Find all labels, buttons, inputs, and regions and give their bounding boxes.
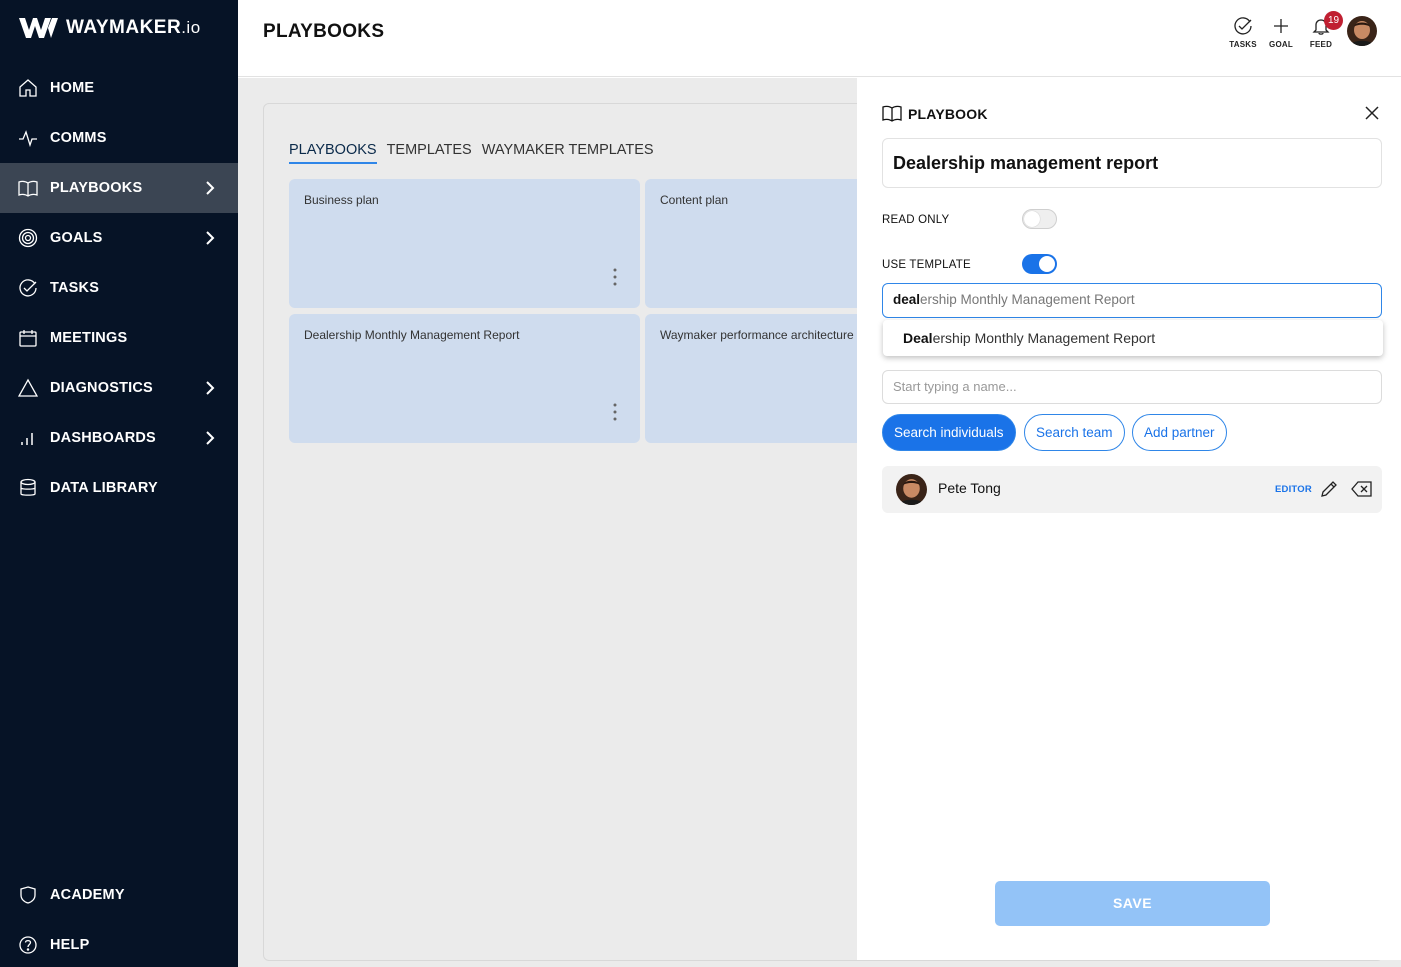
sidebar-item-tasks[interactable]: TASKS — [0, 263, 238, 313]
sidebar-item-data-library[interactable]: DATA LIBRARY — [0, 463, 238, 513]
tab-playbooks[interactable]: PLAYBOOKS — [289, 142, 377, 164]
template-suggestion-item[interactable]: Dealership Monthly Management Report — [883, 320, 1383, 356]
pencil-icon[interactable] — [1319, 479, 1339, 499]
bar-chart-icon — [18, 428, 38, 448]
home-icon — [18, 78, 38, 98]
database-icon — [18, 478, 38, 498]
user-avatar[interactable] — [1347, 16, 1377, 46]
brand-name: WAYMAKER.io — [66, 17, 201, 38]
header-goal-label: GOAL — [1269, 40, 1293, 49]
check-circle-icon — [1234, 17, 1252, 35]
toggle-knob — [1039, 256, 1055, 272]
panel-title: PLAYBOOK — [908, 106, 988, 122]
header-feed-label: FEED — [1309, 40, 1333, 49]
plus-icon — [1274, 19, 1288, 33]
sidebar-item-label: ACADEMY — [50, 887, 125, 903]
member-row: Pete Tong EDITOR — [882, 466, 1382, 513]
toggle-knob — [1024, 211, 1040, 227]
header-tasks-button[interactable]: TASKS — [1228, 16, 1258, 49]
chevron-right-icon — [206, 231, 215, 245]
triangle-icon — [18, 378, 38, 398]
sidebar-item-diagnostics[interactable]: DIAGNOSTICS — [0, 363, 238, 413]
calendar-icon — [18, 328, 38, 348]
save-button[interactable]: SAVE — [995, 881, 1270, 926]
suggestion-match-text: Deal — [903, 330, 933, 346]
add-partner-button[interactable]: Add partner — [1132, 414, 1227, 451]
search-team-button[interactable]: Search team — [1024, 414, 1125, 451]
playbook-tabs: PLAYBOOKS TEMPLATES WAYMAKER TEMPLATES — [289, 142, 664, 164]
sidebar-item-dashboards[interactable]: DASHBOARDS — [0, 413, 238, 463]
sidebar-item-help[interactable]: HELP — [0, 920, 238, 967]
sidebar-item-academy[interactable]: ACADEMY — [0, 870, 238, 920]
use-template-toggle[interactable] — [1022, 254, 1057, 274]
notification-badge: 19 — [1324, 11, 1343, 30]
member-role[interactable]: EDITOR — [1275, 484, 1312, 495]
sidebar-item-label: GOALS — [50, 230, 103, 246]
backspace-delete-icon[interactable] — [1351, 479, 1373, 499]
kebab-menu-icon[interactable] — [612, 267, 618, 287]
read-only-label: READ ONLY — [882, 214, 950, 226]
target-icon — [18, 228, 38, 248]
header-tasks-label: TASKS — [1229, 40, 1257, 49]
sidebar-item-label: PLAYBOOKS — [50, 180, 143, 196]
people-search-input[interactable]: Start typing a name... — [882, 370, 1382, 404]
sidebar-item-goals[interactable]: GOALS — [0, 213, 238, 263]
playbook-card-title: Waymaker performance architecture — [660, 328, 854, 342]
sidebar-item-label: DIAGNOSTICS — [50, 380, 153, 396]
sidebar-item-label: COMMS — [50, 130, 107, 146]
sidebar-bottom-nav: ACADEMY HELP — [0, 870, 238, 967]
sidebar-item-home[interactable]: HOME — [0, 63, 238, 113]
sidebar: WAYMAKER.io HOME COMMS PLAYBOOKS GOALS T… — [0, 0, 238, 967]
sidebar-nav: HOME COMMS PLAYBOOKS GOALS TASKS MEETING… — [0, 63, 238, 513]
search-individuals-button[interactable]: Search individuals — [882, 414, 1016, 451]
read-only-toggle[interactable] — [1022, 209, 1057, 229]
book-icon — [18, 178, 38, 198]
panel-header: PLAYBOOK — [882, 105, 988, 123]
sidebar-item-meetings[interactable]: MEETINGS — [0, 313, 238, 363]
waymaker-logo[interactable]: WAYMAKER.io — [18, 14, 201, 42]
playbook-card[interactable]: Dealership Monthly Management Report — [289, 314, 640, 443]
tab-templates[interactable]: TEMPLATES — [387, 142, 472, 164]
chevron-right-icon — [206, 181, 215, 195]
sidebar-item-label: DASHBOARDS — [50, 430, 156, 446]
page-title: PLAYBOOKS — [263, 21, 385, 42]
playbook-card[interactable]: Business plan — [289, 179, 640, 308]
sidebar-item-label: HOME — [50, 80, 95, 96]
suggestion-rest-text: ership Monthly Management Report — [932, 330, 1156, 346]
top-header: PLAYBOOKS TASKS GOAL FEED 19 — [238, 0, 1401, 77]
book-icon — [882, 105, 902, 122]
avatar-image-icon — [896, 474, 927, 505]
template-typed-text: deal — [893, 292, 921, 307]
playbook-panel: PLAYBOOK Dealership management report RE… — [857, 78, 1401, 960]
kebab-menu-icon[interactable] — [612, 402, 618, 422]
avatar-image-icon — [1347, 16, 1377, 46]
sidebar-item-playbooks[interactable]: PLAYBOOKS — [0, 163, 238, 213]
member-avatar — [896, 474, 927, 505]
playbook-card-title: Content plan — [660, 193, 729, 207]
sidebar-item-label: DATA LIBRARY — [50, 480, 158, 496]
shield-icon — [18, 885, 38, 905]
use-template-label: USE TEMPLATE — [882, 259, 971, 271]
check-circle-icon — [18, 278, 38, 298]
chevron-right-icon — [206, 431, 215, 445]
header-goal-button[interactable]: GOAL — [1266, 16, 1296, 49]
template-search-input[interactable]: dealership Monthly Management Report — [882, 283, 1382, 318]
tab-waymaker-templates[interactable]: WAYMAKER TEMPLATES — [482, 142, 654, 164]
pulse-icon — [18, 128, 38, 148]
template-autocomplete-text: ership Monthly Management Report — [920, 292, 1135, 307]
sidebar-item-label: TASKS — [50, 280, 100, 296]
member-name: Pete Tong — [938, 480, 1001, 496]
sidebar-item-comms[interactable]: COMMS — [0, 113, 238, 163]
playbook-card-title: Business plan — [304, 193, 379, 207]
close-icon[interactable] — [1364, 105, 1380, 121]
chevron-right-icon — [206, 381, 215, 395]
help-icon — [18, 935, 38, 955]
waymaker-logo-icon — [19, 18, 58, 38]
playbook-name-input[interactable]: Dealership management report — [882, 138, 1382, 188]
sidebar-item-label: MEETINGS — [50, 330, 128, 346]
playbook-card-title: Dealership Monthly Management Report — [304, 328, 520, 342]
sidebar-item-label: HELP — [50, 937, 90, 953]
header-feed-button[interactable]: FEED 19 — [1306, 11, 1343, 49]
